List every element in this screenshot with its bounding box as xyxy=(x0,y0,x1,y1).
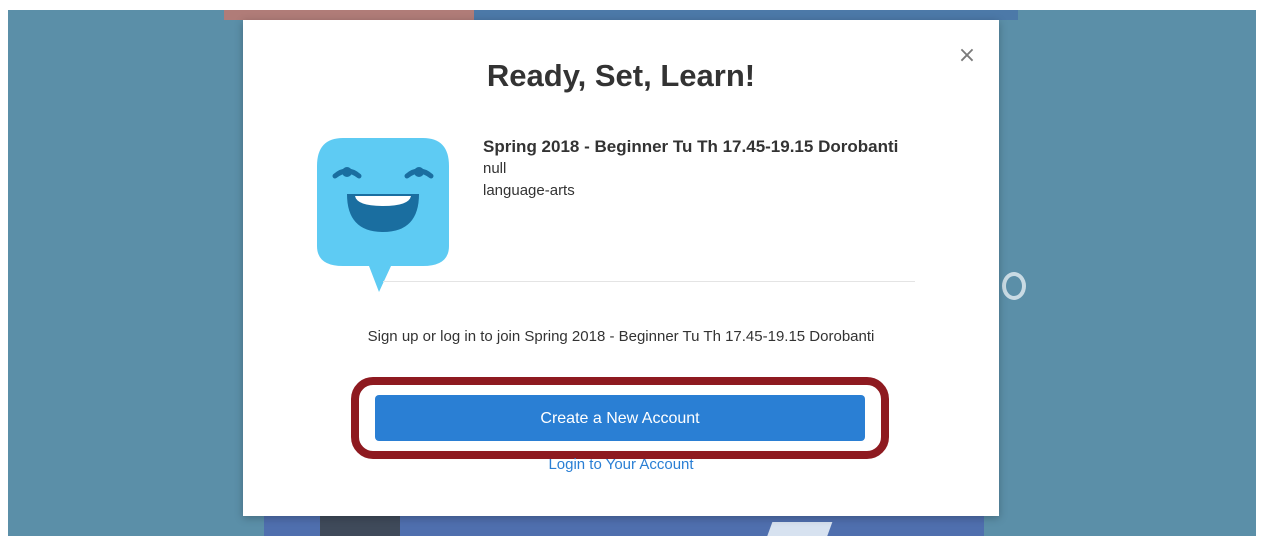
smiling-mascot-icon xyxy=(313,136,453,296)
background-tab xyxy=(224,10,474,20)
class-info: Spring 2018 - Beginner Tu Th 17.45-19.15… xyxy=(483,136,983,202)
class-category: language-arts xyxy=(483,182,575,199)
background-tab xyxy=(474,10,774,20)
background-tab xyxy=(774,10,1018,20)
divider xyxy=(383,281,915,282)
login-link[interactable]: Login to Your Account xyxy=(243,456,999,473)
screen: × Ready, Set, Learn! Spring 2018 - Begin… xyxy=(0,0,1264,536)
signup-instructions: Sign up or log in to join Spring 2018 - … xyxy=(367,328,875,345)
background-decoration xyxy=(763,522,833,536)
class-name: Spring 2018 - Beginner Tu Th 17.45-19.15… xyxy=(483,137,899,156)
background-panel xyxy=(320,516,400,536)
create-account-button[interactable]: Create a New Account xyxy=(375,395,865,441)
class-subject: null xyxy=(483,160,507,177)
background-decoration xyxy=(1002,272,1026,300)
modal-title: Ready, Set, Learn! xyxy=(486,58,756,93)
join-class-modal: × Ready, Set, Learn! Spring 2018 - Begin… xyxy=(243,20,999,516)
